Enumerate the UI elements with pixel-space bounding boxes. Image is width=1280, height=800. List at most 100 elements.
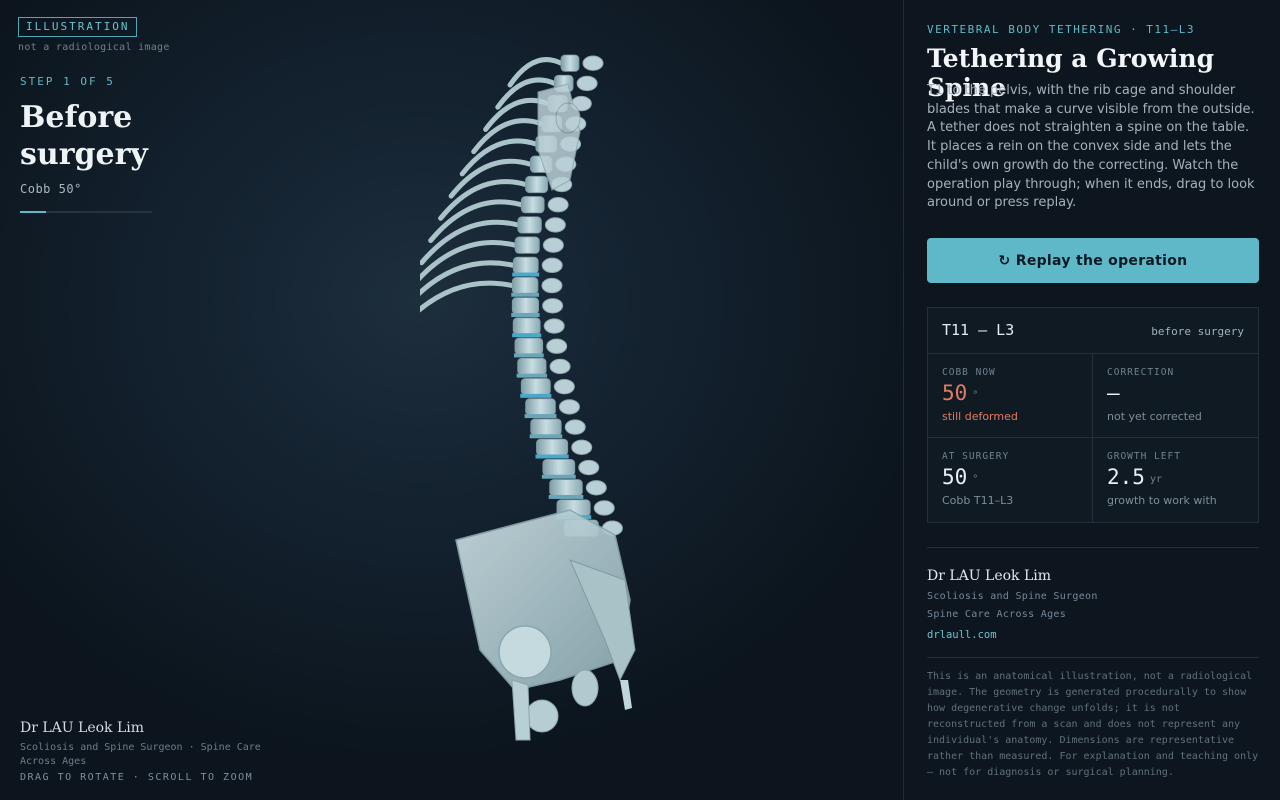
cobb-now-value: 50 bbox=[942, 381, 968, 405]
spinous-process bbox=[576, 75, 598, 92]
spinous-process bbox=[541, 257, 563, 274]
intervertebral-disc bbox=[511, 292, 539, 297]
vertebra bbox=[530, 418, 562, 436]
vertebra bbox=[560, 54, 580, 72]
stat-label: GROWTH LEFT bbox=[1107, 451, 1181, 462]
3d-viewport[interactable]: ILLUSTRATION not a radiological image ST… bbox=[0, 0, 903, 800]
spinous-process bbox=[547, 197, 569, 213]
intervertebral-disc bbox=[516, 373, 548, 378]
intervertebral-disc bbox=[541, 474, 576, 479]
spinous-process bbox=[558, 399, 580, 415]
vertebra bbox=[520, 196, 545, 214]
stage-title: Before surgery bbox=[20, 100, 148, 172]
stat-note: Cobb T11–L3 bbox=[942, 494, 1014, 507]
correction-stat: CORRECTION — not yet corrected bbox=[1093, 354, 1258, 438]
spinous-process bbox=[564, 419, 586, 435]
stat-unit: yr bbox=[1149, 474, 1162, 485]
stat-unit: ° bbox=[972, 390, 979, 401]
step-progress-bar bbox=[20, 211, 152, 213]
intervertebral-disc bbox=[535, 454, 569, 459]
author-name: Dr LAU Leok Lim bbox=[927, 568, 1052, 584]
procedure-description: T1 to the pelvis, with the rib cage and … bbox=[927, 83, 1255, 211]
at-surgery-value: 50 bbox=[942, 465, 968, 489]
stat-note: not yet corrected bbox=[1107, 410, 1202, 423]
viewport-author-name: Dr LAU Leok Lim bbox=[20, 720, 145, 736]
spinous-process bbox=[542, 237, 564, 253]
spinous-process bbox=[544, 217, 566, 233]
spinous-process bbox=[542, 298, 564, 314]
at-surgery-stat: AT SURGERY 50 ° Cobb T11–L3 bbox=[928, 438, 1093, 522]
stat-note: growth to work with bbox=[1107, 494, 1217, 507]
stat-value: 50 ° bbox=[942, 465, 978, 489]
stat-note: still deformed bbox=[942, 410, 1018, 423]
vertebra bbox=[514, 236, 540, 254]
author-role: Scoliosis and Spine Surgeon bbox=[927, 591, 1098, 602]
stat-unit: ° bbox=[972, 474, 979, 485]
stat-label: AT SURGERY bbox=[942, 451, 1010, 462]
rib bbox=[448, 158, 533, 199]
step-indicator: STEP 1 OF 5 bbox=[20, 75, 115, 88]
stat-value: 50 ° bbox=[942, 381, 978, 405]
author-website-link[interactable]: drlaull.com bbox=[927, 629, 997, 641]
intervertebral-disc bbox=[529, 434, 563, 439]
info-panel: VERTEBRAL BODY TETHERING · T11–L3 Tether… bbox=[903, 0, 1280, 800]
spinous-process bbox=[546, 338, 568, 354]
spine-model[interactable] bbox=[420, 40, 680, 750]
spinous-process bbox=[585, 480, 607, 496]
vertebra bbox=[517, 216, 542, 234]
divider bbox=[927, 547, 1259, 548]
spinous-process bbox=[553, 378, 575, 395]
vertebra bbox=[525, 175, 549, 194]
intervertebral-disc bbox=[512, 333, 542, 338]
vertebra bbox=[549, 479, 583, 497]
intervertebral-disc bbox=[520, 393, 552, 398]
vertebra bbox=[511, 276, 539, 295]
spinous-process bbox=[582, 55, 604, 71]
vertebra bbox=[512, 317, 541, 335]
rib bbox=[420, 280, 515, 313]
spinous-process bbox=[543, 318, 565, 334]
viewport-author-role: Scoliosis and Spine Surgeon · Spine Care… bbox=[20, 742, 261, 767]
illustration-disclaimer: This is an anatomical illustration, not … bbox=[927, 671, 1259, 778]
author-organization: Spine Care Across Ages bbox=[927, 609, 1067, 620]
cobb-now-stat: COBB NOW 50 ° still deformed bbox=[928, 354, 1093, 438]
vertebra bbox=[542, 458, 576, 477]
stat-label: COBB NOW bbox=[942, 367, 996, 378]
growth-left-value: 2.5 bbox=[1107, 465, 1145, 489]
spinous-process bbox=[541, 277, 563, 294]
vertebra bbox=[520, 378, 551, 396]
spinous-process bbox=[549, 358, 571, 375]
rib bbox=[459, 138, 539, 177]
intervertebral-disc bbox=[511, 312, 540, 317]
spinous-process bbox=[571, 439, 593, 456]
pelvis bbox=[455, 509, 636, 741]
vertebra bbox=[525, 398, 556, 416]
stat-value: 2.5 yr bbox=[1107, 465, 1162, 489]
correction-value: — bbox=[1107, 381, 1120, 405]
interaction-hint: DRAG TO ROTATE · SCROLL TO ZOOM bbox=[20, 772, 254, 783]
replay-operation-button[interactable]: ↻ Replay the operation bbox=[927, 238, 1259, 283]
intervertebral-disc bbox=[513, 353, 544, 358]
rib bbox=[438, 179, 529, 221]
spinous-process bbox=[578, 459, 600, 476]
vertebra bbox=[517, 357, 547, 376]
intervertebral-disc bbox=[512, 272, 540, 277]
status-card: T11 – L3 before surgery COBB NOW 50 ° sti… bbox=[927, 307, 1259, 523]
stat-label: CORRECTION bbox=[1107, 367, 1175, 378]
intervertebral-disc bbox=[548, 494, 584, 499]
vertebra bbox=[512, 256, 539, 274]
growth-left-stat: GROWTH LEFT 2.5 yr growth to work with bbox=[1093, 438, 1258, 522]
spinous-process bbox=[593, 500, 615, 516]
divider bbox=[927, 657, 1259, 658]
illustration-disclaimer-short: not a radiological image bbox=[18, 42, 170, 53]
illustration-badge: ILLUSTRATION bbox=[18, 17, 138, 37]
vertebra bbox=[511, 297, 540, 315]
surgery-state: before surgery bbox=[1151, 325, 1244, 338]
vertebra bbox=[514, 337, 544, 355]
status-card-header: T11 – L3 before surgery bbox=[928, 308, 1258, 354]
stage-cobb-angle: Cobb 50° bbox=[20, 182, 82, 196]
step-progress-fill bbox=[20, 211, 47, 213]
vertebra bbox=[536, 438, 569, 456]
procedure-kicker: VERTEBRAL BODY TETHERING · T11–L3 bbox=[927, 23, 1196, 36]
rib bbox=[471, 118, 545, 155]
